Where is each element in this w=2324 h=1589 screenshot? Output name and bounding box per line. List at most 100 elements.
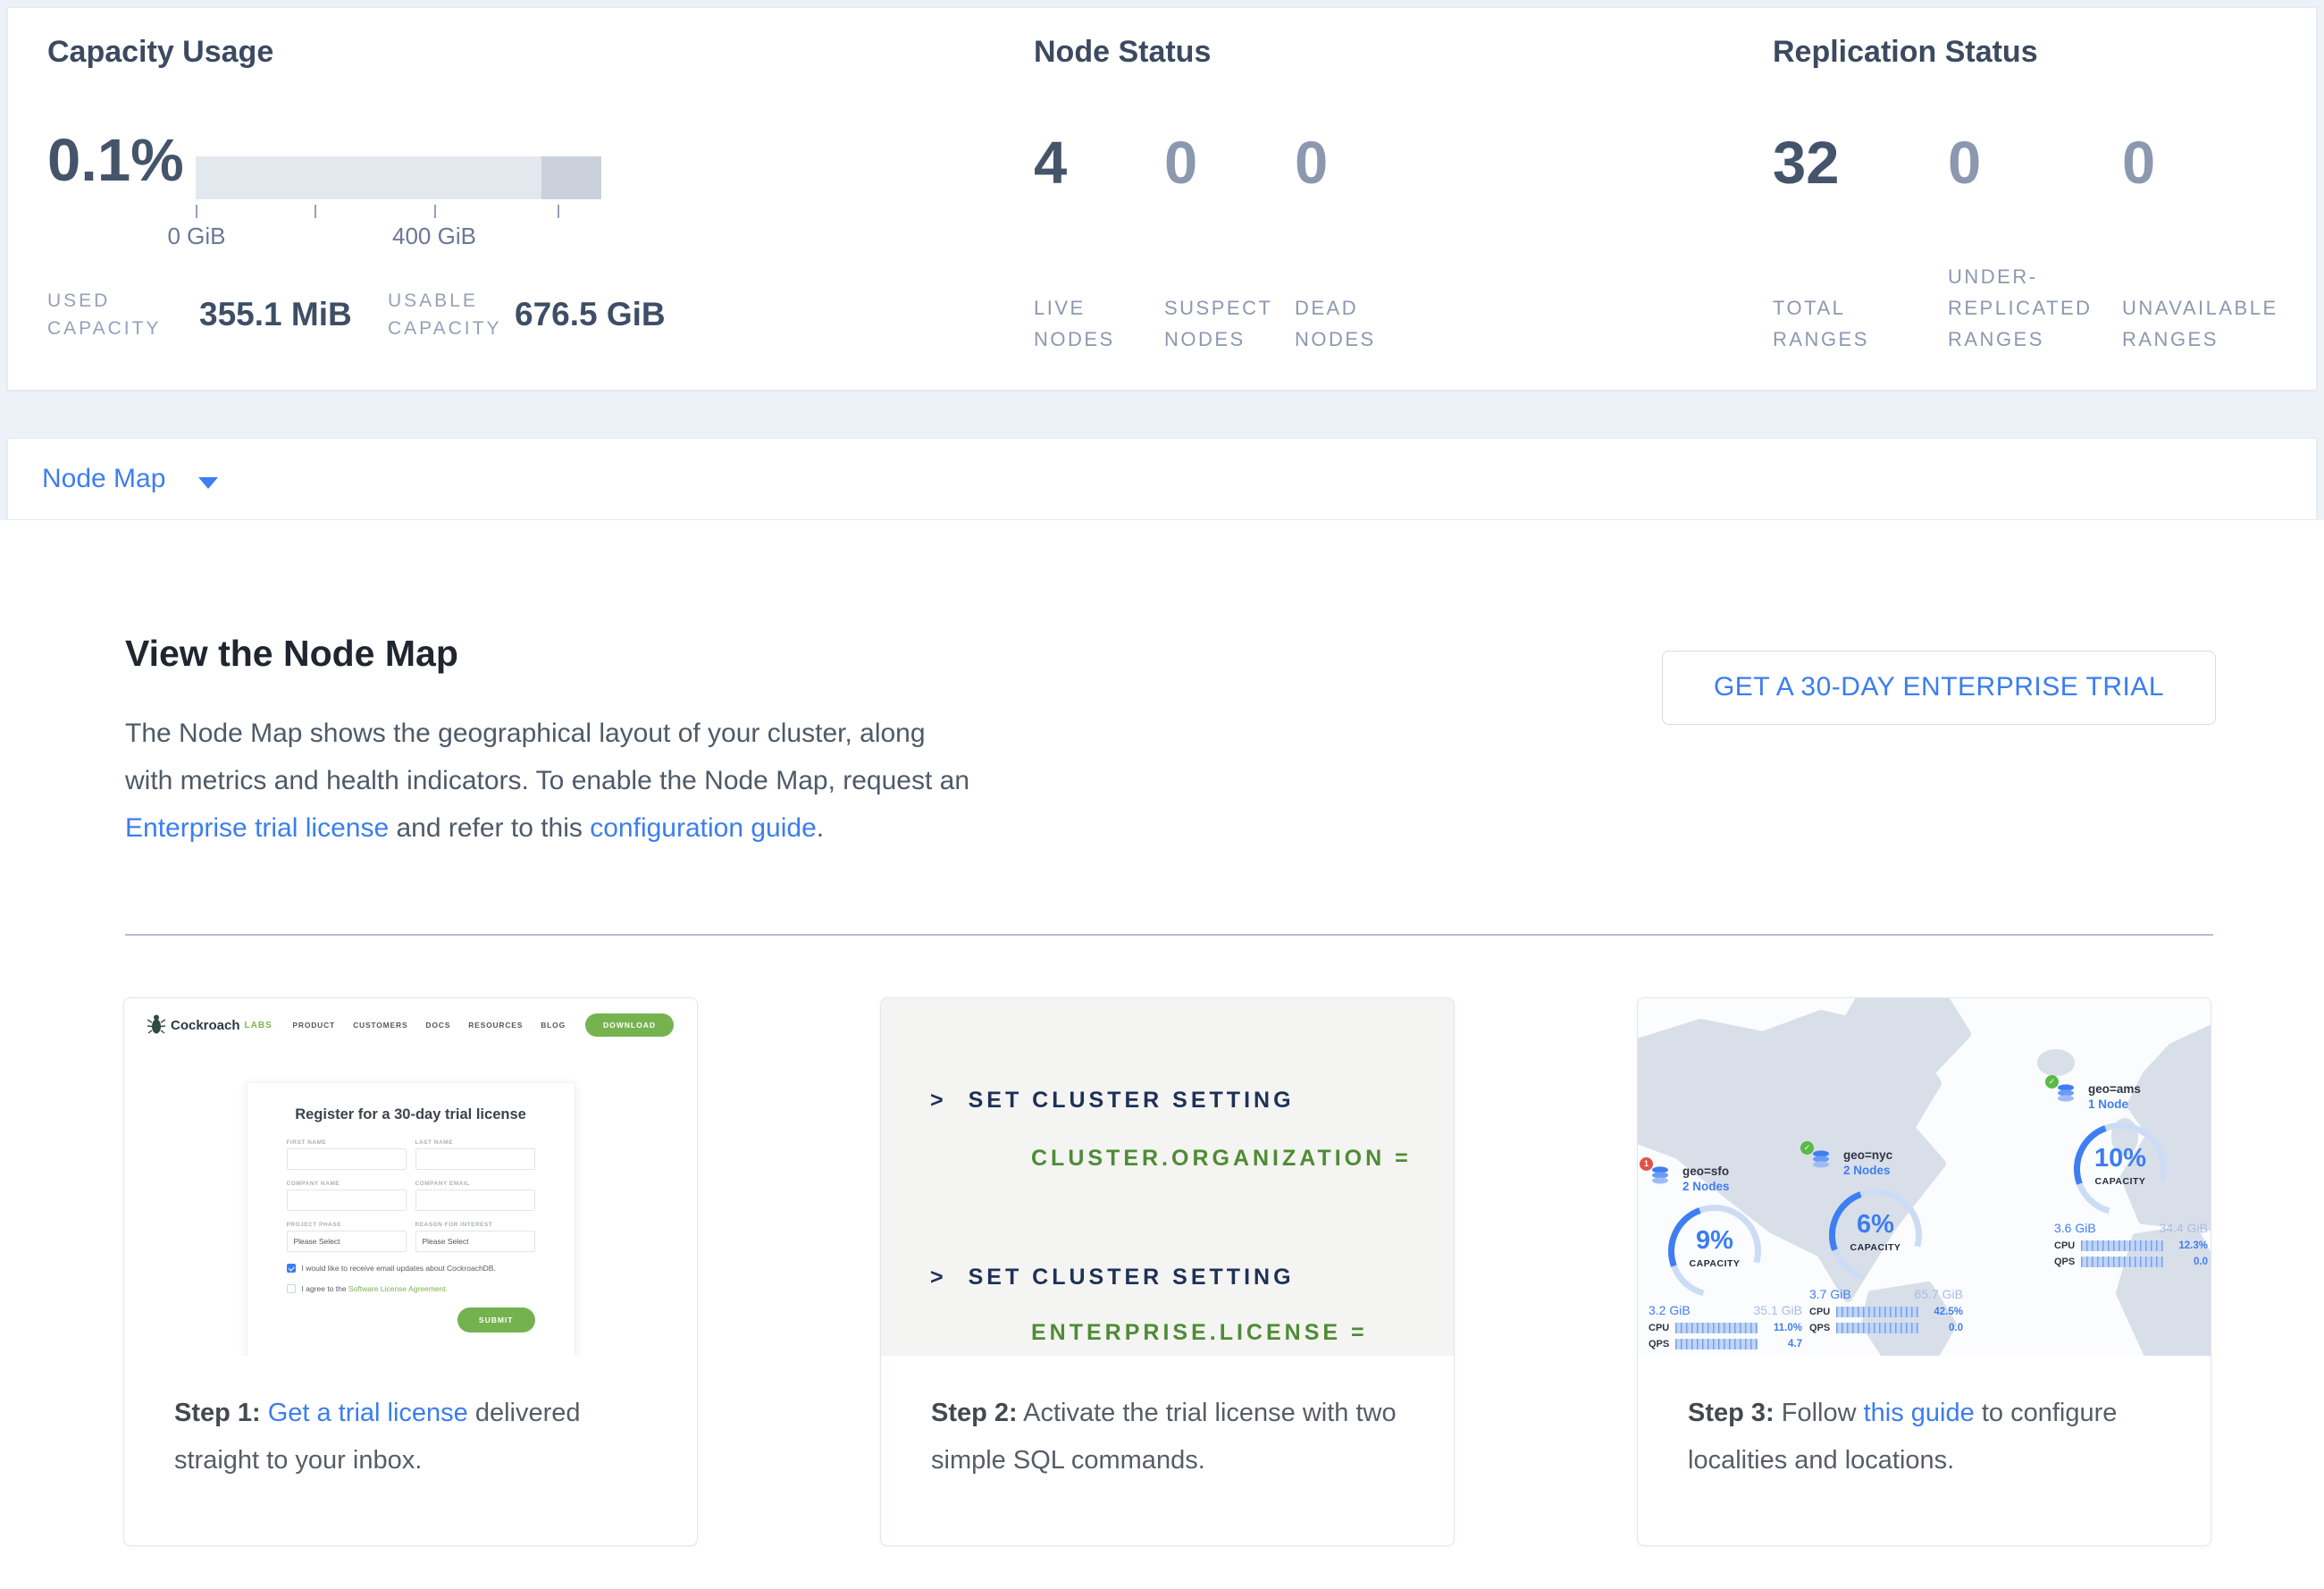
database-icon: 1	[1649, 1164, 1674, 1188]
step1-card: Cockroach LABS PRODUCT CUSTOMERS DOCS RE…	[123, 997, 698, 1546]
node-count: 2 Nodes	[1682, 1179, 1730, 1194]
sql-prompt: >	[930, 1265, 947, 1291]
unavailable-ranges-value: 0	[2122, 133, 2311, 193]
sql-command-2: >SET CLUSTER SETTING	[930, 1265, 1295, 1291]
under-replicated-ranges-value: 0	[1948, 133, 2122, 193]
agree-checkbox-row: I agree to the Software License Agreemen…	[287, 1284, 535, 1293]
axis-tick-label-0: 0 GiB	[161, 223, 232, 250]
cluster-overview-page: Capacity Usage 0.1% 0 GiB 400 GiB USED C…	[0, 0, 2324, 1589]
first-name-label: FIRST NAME	[287, 1139, 407, 1146]
cockroach-icon	[147, 1013, 165, 1037]
step3-card: 1 geo=sfo 2 Nodes 9% CAPACITY	[1637, 997, 2211, 1546]
capacity-percent: 9%	[1668, 1226, 1761, 1256]
used-capacity-value: 355.1 MiB	[199, 296, 352, 333]
download-button: DOWNLOAD	[585, 1013, 674, 1037]
total-ranges-label: TOTAL RANGES	[1773, 292, 1948, 355]
capacity-reserved-segment	[541, 156, 601, 199]
view-selector-label[interactable]: Node Map	[42, 464, 165, 493]
nav-product: PRODUCT	[292, 1021, 335, 1030]
qps-value: 0.0	[1925, 1323, 1963, 1333]
error-badge: 1	[1640, 1157, 1653, 1171]
capacity-usage-bar	[196, 156, 601, 199]
step3-caption: Step 3: Follow this guide to configure l…	[1638, 1356, 2211, 1484]
live-nodes-value: 4	[1034, 133, 1164, 193]
capacity-gauge: 6% CAPACITY	[1829, 1189, 1922, 1282]
capacity-gauge: 10% CAPACITY	[2074, 1122, 2167, 1215]
configuration-guide-link[interactable]: configuration guide	[590, 813, 817, 843]
locality-id: geo=nyc	[1843, 1148, 1892, 1163]
page-title: View the Node Map	[125, 633, 458, 675]
ok-badge: ✓	[2045, 1075, 2059, 1089]
node-status-title: Node Status	[1034, 35, 1211, 70]
qps-sparkline	[1675, 1339, 1758, 1349]
qps-label: QPS	[2054, 1257, 2081, 1267]
map-node-sfo: 1 geo=sfo 2 Nodes 9% CAPACITY	[1649, 1164, 1802, 1349]
form-title: Register for a 30-day trial license	[287, 1106, 535, 1123]
nav-docs: DOCS	[425, 1021, 450, 1030]
capacity-label: CAPACITY	[2074, 1176, 2167, 1187]
capacity-percent: 6%	[1829, 1210, 1922, 1240]
enterprise-trial-button[interactable]: GET A 30-DAY ENTERPRISE TRIAL	[1662, 651, 2216, 725]
cpu-sparkline	[2081, 1240, 2163, 1251]
step2-caption: Step 2: Activate the trial license with …	[881, 1356, 1454, 1484]
capacity-label: CAPACITY	[1829, 1242, 1922, 1253]
axis-tick	[196, 205, 197, 218]
capacity-usage-percent: 0.1%	[47, 126, 184, 195]
usable-capacity-label: USABLE CAPACITY	[388, 287, 517, 342]
dead-nodes-label: DEAD NODES	[1295, 292, 1425, 355]
replication-status-title: Replication Status	[1773, 35, 2038, 70]
optin-label: I would like to receive email updates ab…	[302, 1264, 496, 1273]
node-count: 2 Nodes	[1843, 1163, 1892, 1178]
replication-status-labels: TOTAL RANGES UNDER-REPLICATED RANGES UNA…	[1773, 273, 2311, 355]
node-map-placeholder-section: View the Node Map The Node Map shows the…	[0, 520, 2324, 1589]
dead-nodes-value: 0	[1295, 133, 1425, 193]
mini-site-header: Cockroach LABS PRODUCT CUSTOMERS DOCS RE…	[124, 998, 697, 1052]
capacity-total: 34.4 GiB	[2160, 1221, 2208, 1235]
mini-form-wrap: Register for a 30-day trial license FIRS…	[124, 1052, 697, 1356]
checkbox-checked-icon	[287, 1264, 296, 1273]
capacity-used: 3.2 GiB	[1649, 1303, 1691, 1317]
usable-capacity-value: 676.5 GiB	[515, 296, 666, 333]
sql-command-1: >SET CLUSTER SETTING	[930, 1088, 1295, 1114]
ok-badge: ✓	[1800, 1141, 1814, 1155]
submit-button: SUBMIT	[457, 1307, 535, 1333]
this-guide-link[interactable]: this guide	[1864, 1399, 1975, 1427]
replication-status-values: 32 0 0	[1773, 133, 2311, 193]
unavailable-ranges-label: UNAVAILABLE RANGES	[2122, 292, 2311, 355]
checkbox-empty-icon	[287, 1284, 296, 1293]
enterprise-trial-license-link[interactable]: Enterprise trial license	[125, 813, 389, 843]
step1-screenshot: Cockroach LABS PRODUCT CUSTOMERS DOCS RE…	[124, 998, 697, 1356]
step2-card: >SET CLUSTER SETTING CLUSTER.ORGANIZATIO…	[880, 997, 1455, 1546]
sql-arg-1: CLUSTER.ORGANIZATION =	[1031, 1146, 1412, 1172]
suspect-nodes-label: SUSPECT NODES	[1164, 292, 1295, 355]
last-name-label: LAST NAME	[415, 1139, 535, 1146]
sql-prompt: >	[930, 1088, 947, 1114]
capacity-used: 3.6 GiB	[2054, 1221, 2096, 1235]
axis-tick-label-400: 400 GiB	[381, 223, 488, 250]
step3-label: Step 3:	[1688, 1399, 1774, 1427]
capacity-percent: 10%	[2074, 1144, 2167, 1173]
chevron-down-icon	[198, 477, 218, 489]
project-phase-select: Please Select	[287, 1231, 407, 1252]
form-grid: FIRST NAME LAST NAME COMPANY NAME COMPAN…	[287, 1139, 535, 1252]
get-trial-license-link[interactable]: Get a trial license	[268, 1399, 468, 1427]
capacity-usage-title: Capacity Usage	[47, 35, 273, 70]
axis-tick	[434, 205, 436, 218]
intro-paragraph: The Node Map shows the geographical layo…	[125, 710, 978, 852]
view-selector-bar[interactable]: Node Map	[7, 438, 2317, 520]
qps-sparkline	[1836, 1323, 1918, 1333]
step2-sql-snippet: >SET CLUSTER SETTING CLUSTER.ORGANIZATIO…	[881, 998, 1454, 1356]
capacity-total: 35.1 GiB	[1754, 1303, 1802, 1317]
reason-label: REASON FOR INTEREST	[415, 1222, 535, 1228]
cluster-summary-panel: Capacity Usage 0.1% 0 GiB 400 GiB USED C…	[7, 7, 2317, 391]
database-icon: ✓	[1809, 1148, 1834, 1172]
mini-site-nav: PRODUCT CUSTOMERS DOCS RESOURCES BLOG	[292, 1021, 566, 1030]
qps-sparkline	[2081, 1257, 2163, 1267]
node-status-values: 4 0 0	[1034, 133, 1425, 193]
cpu-value: 42.5%	[1925, 1307, 1963, 1317]
total-ranges-value: 32	[1773, 133, 1948, 193]
brand-name: Cockroach	[171, 1018, 240, 1033]
company-name-field	[287, 1190, 407, 1211]
project-phase-label: PROJECT PHASE	[287, 1222, 407, 1228]
cockroach-labs-logo: Cockroach LABS	[147, 1013, 273, 1037]
